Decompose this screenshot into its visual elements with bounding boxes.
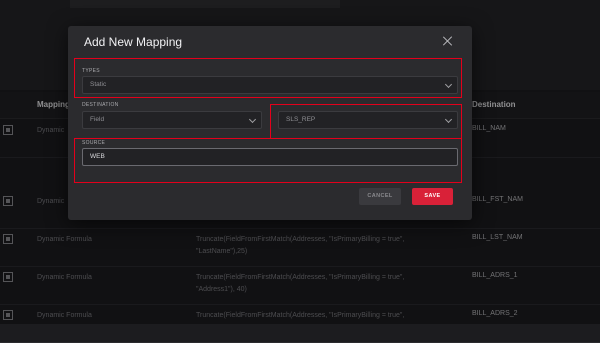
add-mapping-modal: Add New Mapping TYPES Static DESTINATION… [68,26,472,220]
source-label: SOURCE [82,140,106,146]
modal-title: Add New Mapping [84,35,183,49]
save-button[interactable]: SAVE [412,188,453,205]
source-input[interactable]: WEB [82,148,458,166]
destination-type-value: Field [90,116,105,123]
destination-field-value: SLS_REP [286,116,316,123]
types-select[interactable]: Static [82,76,458,94]
destination-type-select[interactable]: Field [82,111,262,129]
chevron-down-icon [444,115,453,124]
destination-field-select[interactable]: SLS_REP [278,111,458,129]
source-input-value: WEB [90,153,105,160]
destination-label: DESTINATION [82,102,119,108]
cancel-button[interactable]: CANCEL [359,188,401,205]
types-select-value: Static [90,81,107,88]
types-label: TYPES [82,68,100,74]
chevron-down-icon [248,115,257,124]
close-icon[interactable] [442,35,454,47]
chevron-down-icon [444,80,453,89]
